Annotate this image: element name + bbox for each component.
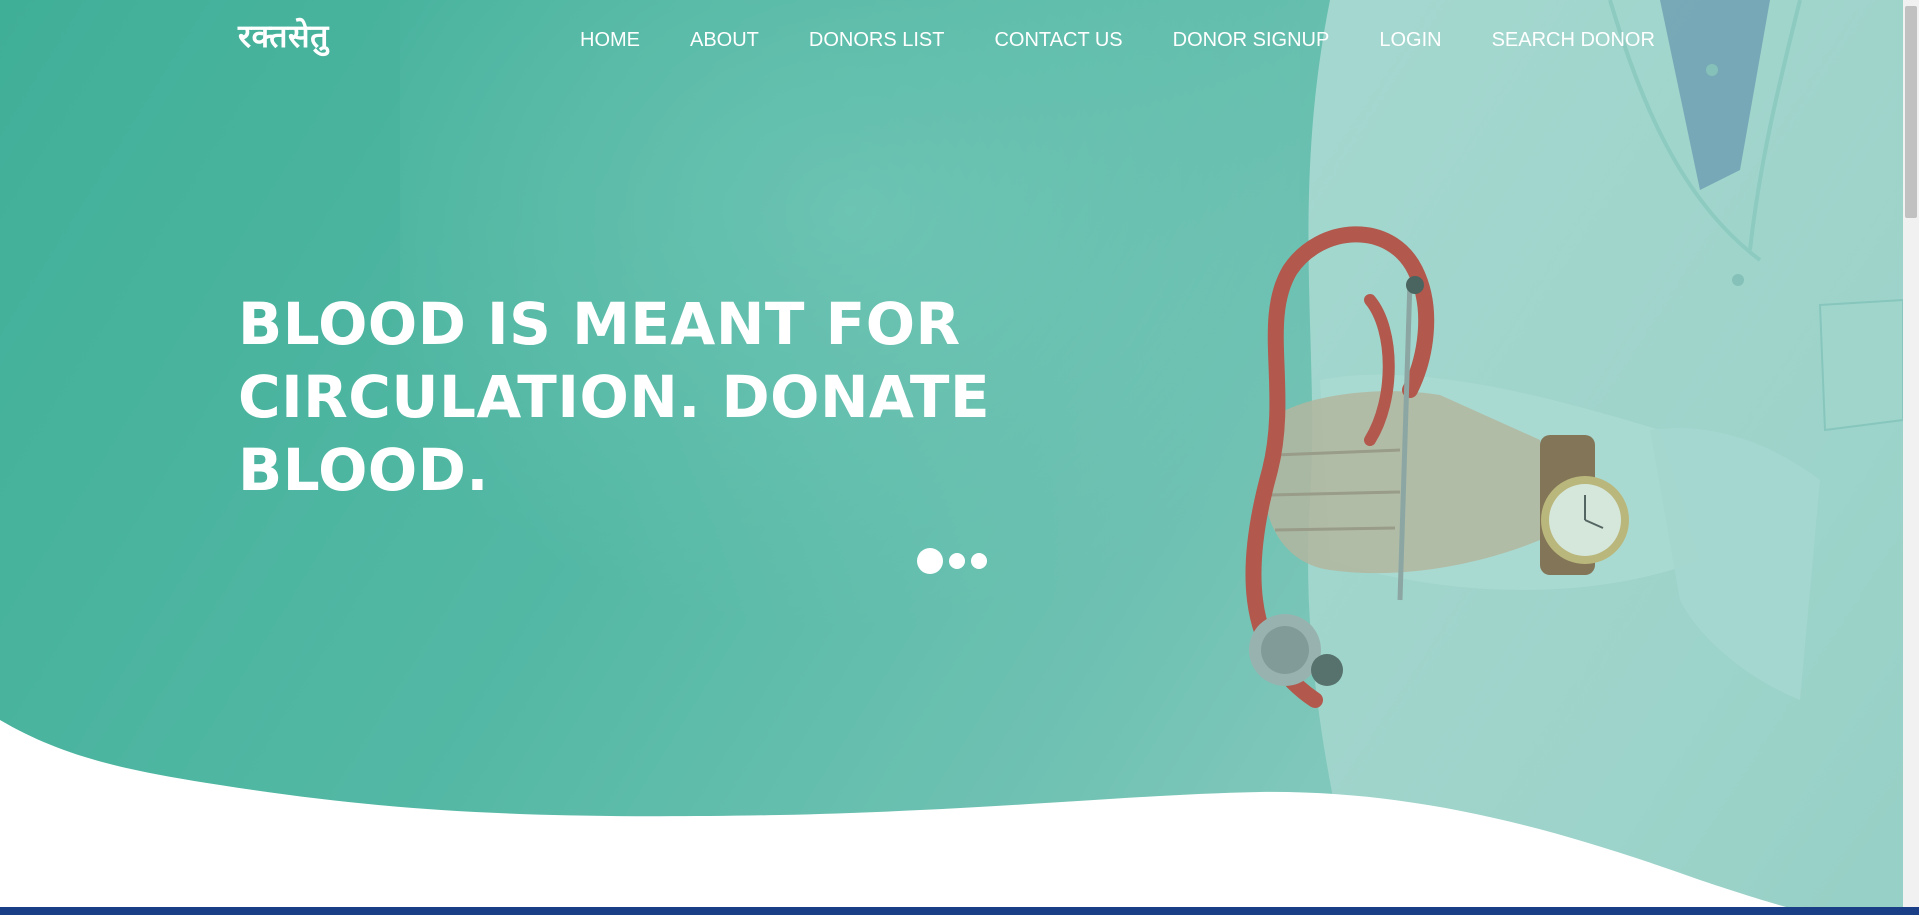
nav-item-search-donor[interactable]: SEARCH DONOR: [1492, 30, 1655, 50]
nav-item-contact-us[interactable]: CONTACT US: [994, 30, 1122, 50]
hero-section: रक्तसेतु HOME ABOUT DONORS LIST CONTACT …: [0, 0, 1903, 915]
scrollbar-thumb[interactable]: [1905, 6, 1917, 218]
nav-item-donor-signup[interactable]: DONOR SIGNUP: [1173, 30, 1330, 50]
carousel-dot-2[interactable]: [949, 553, 965, 569]
carousel-indicators: [917, 548, 993, 574]
carousel-dot-1[interactable]: [917, 548, 943, 574]
page: रक्तसेतु HOME ABOUT DONORS LIST CONTACT …: [0, 0, 1919, 915]
nav-item-login[interactable]: LOGIN: [1379, 30, 1441, 50]
hero-headline: BLOOD IS MEANT FOR CIRCULATION. DONATE B…: [238, 290, 991, 504]
nav-item-donors-list[interactable]: DONORS LIST: [809, 30, 945, 50]
brand-logo[interactable]: रक्तसेतु: [238, 20, 329, 52]
nav-item-home[interactable]: HOME: [580, 30, 640, 50]
bottom-strip: [0, 907, 1919, 915]
vertical-scrollbar[interactable]: [1903, 0, 1919, 907]
nav-item-about[interactable]: ABOUT: [690, 30, 759, 50]
main-nav: HOME ABOUT DONORS LIST CONTACT US DONOR …: [580, 30, 1655, 50]
carousel-dot-3[interactable]: [971, 553, 987, 569]
